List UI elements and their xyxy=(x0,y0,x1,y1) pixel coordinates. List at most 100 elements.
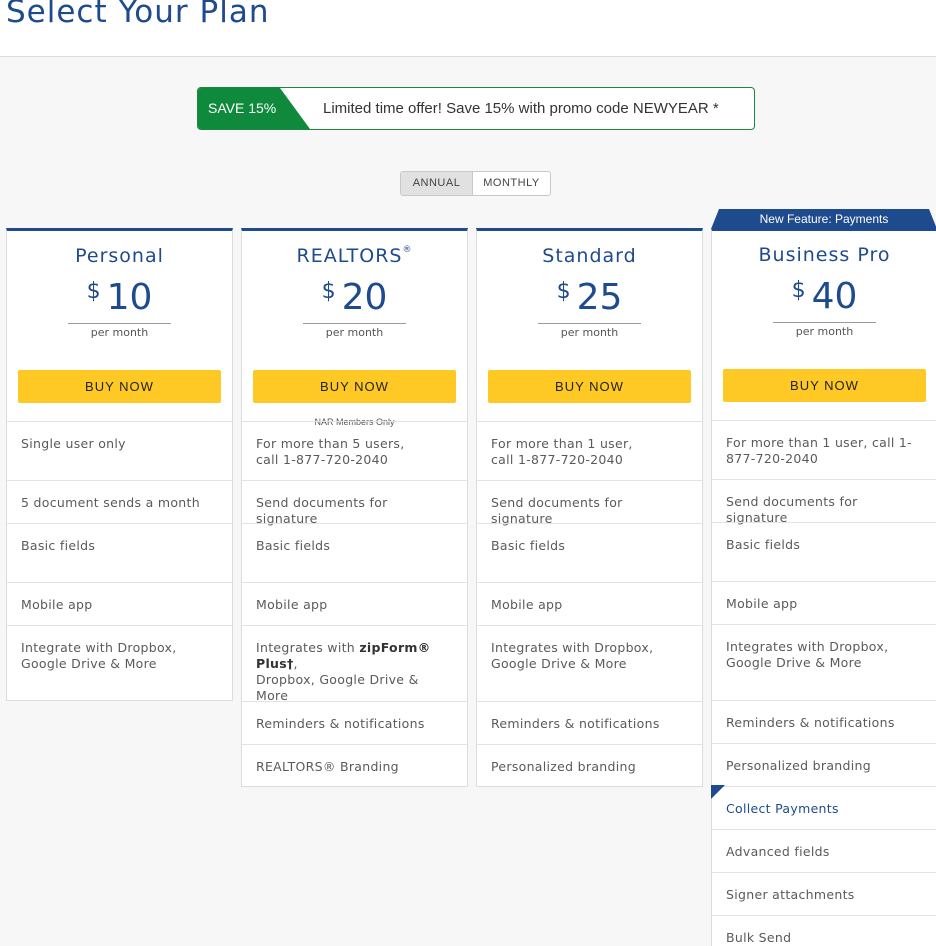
registered-mark: ® xyxy=(402,245,413,255)
feature-row: Send documents for signature xyxy=(712,479,936,525)
feature-row: Basic fields xyxy=(477,523,702,582)
feature-text: Basic fields xyxy=(491,538,566,553)
buy-now-button-business-pro[interactable]: BUY NOW xyxy=(723,369,926,402)
feature-row: Single user only xyxy=(7,421,232,480)
feature-text: 5 document sends a month xyxy=(21,495,200,510)
buy-now-button-realtors[interactable]: BUY NOW xyxy=(253,370,456,403)
price-divider xyxy=(538,323,641,324)
plan-card-standard: Standard $25 per month BUY NOW For more … xyxy=(476,228,703,787)
feature-row: REALTORS® Branding xyxy=(242,744,467,787)
feature-text: Signer attachments xyxy=(726,887,855,902)
feature-row: Personalized branding xyxy=(712,743,936,786)
feature-text: Reminders & notifications xyxy=(256,716,425,731)
promo-text: Limited time offer! Save 15% with promo … xyxy=(323,100,719,117)
feature-row: Reminders & notifications xyxy=(242,701,467,744)
price-amount: 25 xyxy=(576,277,623,318)
feature-text-phone: call 1-877-720-2040 xyxy=(491,452,624,467)
feature-row-collect-payments: Collect Payments xyxy=(712,786,936,829)
feature-row: Personalized branding xyxy=(477,744,702,787)
feature-text: Integrates with Dropbox, Google Drive & … xyxy=(491,640,654,671)
plan-name: Personal xyxy=(75,245,164,267)
price-amount: 40 xyxy=(811,276,858,317)
plan-name-text: REALTORS xyxy=(296,245,403,267)
feature-text: Basic fields xyxy=(256,538,331,553)
promo-banner: SAVE 15% Limited time offer! Save 15% wi… xyxy=(197,87,755,130)
price-amount: 10 xyxy=(106,277,153,318)
feature-text: Send documents for signature xyxy=(726,494,858,525)
feature-text: Mobile app xyxy=(256,597,328,612)
price-period: per month xyxy=(560,326,619,339)
feature-row: Integrate with Dropbox, Google Drive & M… xyxy=(7,625,232,701)
feature-text: Mobile app xyxy=(726,596,798,611)
feature-text: Reminders & notifications xyxy=(726,715,895,730)
feature-row: Integrates with zipForm® Plus†, Dropbox, … xyxy=(242,625,467,703)
plan-card-realtors: REALTORS® $20 per month BUY NOW NAR Memb… xyxy=(241,228,468,787)
new-feature-badge: New Feature: Payments xyxy=(711,209,936,229)
feature-text: For more than 5 users, xyxy=(256,436,405,451)
feature-text: Dropbox, Google Drive & More xyxy=(256,672,419,703)
feature-row: Mobile app xyxy=(477,582,702,625)
price-period: per month xyxy=(795,325,854,338)
feature-row: Advanced fields xyxy=(712,829,936,872)
plan-name: REALTORS® xyxy=(242,245,467,267)
plan-price: $10 xyxy=(7,277,232,318)
feature-text: For more than 1 user, call 1-877-720-204… xyxy=(726,435,912,466)
feature-text-phone: call 1-877-720-2040 xyxy=(256,452,389,467)
feature-text: Send documents for signature xyxy=(491,495,623,526)
feature-row: Integrates with Dropbox, Google Drive & … xyxy=(712,624,936,700)
feature-text: For more than 1 user, xyxy=(491,436,633,451)
price-divider xyxy=(773,322,876,323)
feature-text: Bulk Send xyxy=(726,930,792,945)
feature-row: For more than 5 users, call 1-877-720-204… xyxy=(242,421,467,480)
plan-name: Business Pro xyxy=(758,244,891,266)
plan-price: $20 xyxy=(242,277,467,318)
feature-row: For more than 1 user, call 1-877-720-2040 xyxy=(477,421,702,480)
feature-text: Basic fields xyxy=(21,538,96,553)
feature-text: Personalized branding xyxy=(491,759,636,774)
page-header: Select Your Plan xyxy=(0,0,936,57)
feature-row: Mobile app xyxy=(712,581,936,624)
price-period: per month xyxy=(90,326,149,339)
feature-text-comma: , xyxy=(293,656,298,671)
feature-row: 5 document sends a month xyxy=(7,480,232,523)
feature-text: Personalized branding xyxy=(726,758,871,773)
promo-tag: SAVE 15% xyxy=(198,88,310,129)
feature-row: Basic fields xyxy=(712,522,936,581)
feature-text: Send documents for signature xyxy=(256,495,388,526)
feature-text: Integrates with Dropbox, Google Drive & … xyxy=(726,639,889,670)
feature-text: Mobile app xyxy=(491,597,563,612)
feature-text: Advanced fields xyxy=(726,844,830,859)
currency-symbol: $ xyxy=(556,279,571,304)
feature-text: Integrate with Dropbox, Google Drive & M… xyxy=(21,640,177,671)
feature-row: Basic fields xyxy=(242,523,467,582)
currency-symbol: $ xyxy=(791,278,806,303)
monthly-toggle-button[interactable]: MONTHLY xyxy=(473,172,550,195)
feature-row: Reminders & notifications xyxy=(477,701,702,744)
currency-symbol: $ xyxy=(86,279,101,304)
feature-row: Send documents for signature xyxy=(477,480,702,526)
price-divider xyxy=(303,323,406,324)
feature-row: Reminders & notifications xyxy=(712,700,936,743)
plan-price: $25 xyxy=(477,277,702,318)
price-divider xyxy=(68,323,171,324)
feature-text: Mobile app xyxy=(21,597,93,612)
buy-now-button-standard[interactable]: BUY NOW xyxy=(488,370,691,403)
feature-text: Single user only xyxy=(21,436,126,451)
feature-row: Mobile app xyxy=(242,582,467,625)
feature-row: Integrates with Dropbox, Google Drive & … xyxy=(477,625,702,701)
currency-symbol: $ xyxy=(321,279,336,304)
feature-text: Basic fields xyxy=(726,537,801,552)
plan-card-personal: Personal $10 per month BUY NOW Single us… xyxy=(6,228,233,701)
feature-text: Integrates with xyxy=(256,640,356,655)
feature-text: Reminders & notifications xyxy=(491,716,660,731)
annual-toggle-button[interactable]: ANNUAL xyxy=(401,172,473,195)
plan-name: Standard xyxy=(542,245,637,267)
feature-row: Mobile app xyxy=(7,582,232,625)
new-feature-corner-marker xyxy=(711,785,725,799)
billing-toggle: ANNUAL MONTHLY xyxy=(400,171,551,196)
page-title: Select Your Plan xyxy=(6,0,270,30)
price-period: per month xyxy=(325,326,384,339)
feature-row: For more than 1 user, call 1-877-720-204… xyxy=(712,420,936,479)
feature-text: Collect Payments xyxy=(726,801,839,816)
buy-now-button-personal[interactable]: BUY NOW xyxy=(18,370,221,403)
